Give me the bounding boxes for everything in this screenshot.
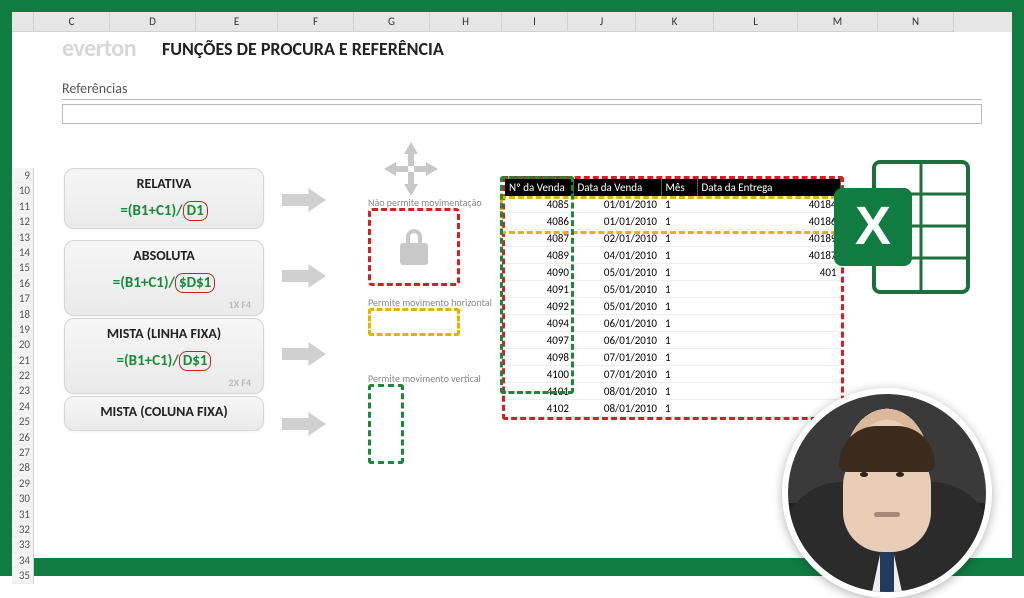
card-title: MISTA (LINHA FIXA) (71, 325, 257, 342)
table-row[interactable]: 410208/01/201014 (505, 400, 841, 417)
card-formula: =(B1+C1)/$D$1 (71, 270, 257, 296)
section-underline-input[interactable] (62, 104, 982, 124)
table-row[interactable]: 409406/01/20101 (505, 315, 841, 332)
lock-box (368, 208, 460, 286)
table-row[interactable]: 408904/01/2010140187 (505, 247, 841, 264)
table-header[interactable]: Data da Entrega (697, 179, 841, 196)
table-row[interactable]: 409205/01/20101 (505, 298, 841, 315)
column-headers: CDEFGHIJKLMN (12, 12, 1012, 32)
table-row[interactable]: 409807/01/20101 (505, 349, 841, 366)
arrow-icon (282, 188, 326, 212)
card-hint: 2X F4 (71, 374, 257, 389)
card-relativa: RELATIVA =(B1+C1)/D1 (64, 168, 264, 229)
table-row[interactable]: 408702/01/2010140189 (505, 230, 841, 247)
card-title: RELATIVA (71, 175, 257, 192)
arrow-icon (282, 412, 326, 436)
arrow-icon (282, 264, 326, 288)
formula-prefix: =(B1+C1)/ (117, 352, 179, 370)
vertical-move-box (368, 384, 404, 464)
table-row[interactable]: 410108/01/20101 (505, 383, 841, 400)
card-formula: =(B1+C1)/D$1 (71, 348, 257, 374)
data-table-wrap: Nº da VendaData da VendaMêsData da Entre… (502, 176, 844, 420)
formula-ref: D1 (183, 201, 208, 221)
table-row[interactable]: 408501/01/2010140184 (505, 196, 841, 213)
section-heading: Referências (62, 80, 982, 100)
page-title: FUNÇÕES DE PROCURA E REFERÊNCIA (162, 38, 444, 60)
formula-prefix: =(B1+C1)/ (113, 274, 175, 292)
row-headers: 9101112131415161718192021222324252627282… (12, 168, 34, 584)
svg-text:X: X (855, 196, 891, 256)
card-hint: 1X F4 (71, 296, 257, 311)
lock-icon (394, 225, 434, 269)
table-row[interactable]: 409105/01/20101 (505, 281, 841, 298)
table-row[interactable]: 409706/01/20101 (505, 332, 841, 349)
formula-ref: $D$1 (175, 273, 215, 293)
table-row[interactable]: 408601/01/2010140186 (505, 213, 841, 230)
table-header[interactable]: Mês (661, 179, 697, 196)
table-row[interactable]: 409005/01/20101401 (505, 264, 841, 281)
formula-prefix: =(B1+C1)/ (120, 202, 182, 220)
formula-ref: D$1 (179, 351, 212, 371)
card-title: ABSOLUTA (71, 247, 257, 264)
card-formula: =(B1+C1)/D1 (71, 198, 257, 224)
presenter-avatar (782, 388, 992, 598)
data-table[interactable]: Nº da VendaData da VendaMêsData da Entre… (505, 179, 841, 417)
card-absoluta: ABSOLUTA =(B1+C1)/$D$1 1X F4 (64, 240, 264, 316)
move-all-directions-icon (384, 142, 438, 196)
table-header[interactable]: Data da Venda (573, 179, 661, 196)
brand-logo-text: everton (62, 34, 136, 63)
table-header[interactable]: Nº da Venda (505, 179, 573, 196)
card-mista-linha: MISTA (LINHA FIXA) =(B1+C1)/D$1 2X F4 (64, 318, 264, 394)
card-title: MISTA (COLUNA FIXA) (71, 403, 257, 420)
excel-logo-icon: X (828, 152, 978, 302)
table-row[interactable]: 410007/01/20101 (505, 366, 841, 383)
horizontal-move-box (368, 308, 460, 336)
card-mista-coluna: MISTA (COLUNA FIXA) (64, 396, 264, 431)
arrow-icon (282, 342, 326, 366)
